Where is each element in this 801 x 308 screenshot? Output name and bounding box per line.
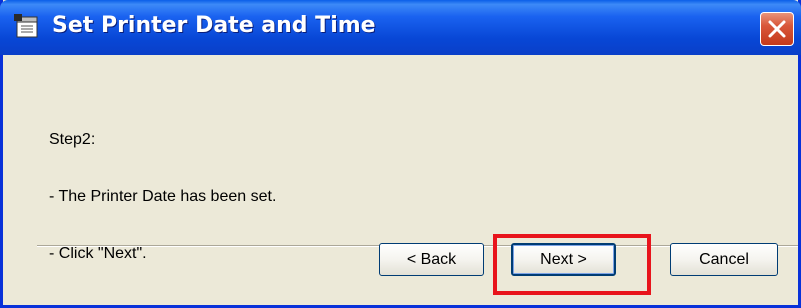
instructions: Step2: - The Printer Date has been set. … — [49, 92, 276, 301]
next-button-highlight — [493, 234, 651, 295]
instruction-line: Step2: — [49, 131, 96, 148]
back-button[interactable]: < Back — [379, 243, 484, 276]
printer-calendar-icon — [14, 14, 38, 38]
title-bar[interactable]: Set Printer Date and Time — [0, 0, 801, 55]
window-title: Set Printer Date and Time — [52, 13, 376, 38]
close-button[interactable] — [760, 12, 794, 46]
close-icon — [768, 20, 786, 38]
dialog-window: Set Printer Date and Time Step2: - The P… — [0, 0, 801, 308]
instruction-line: - The Printer Date has been set. — [49, 188, 277, 205]
cancel-button[interactable]: Cancel — [670, 243, 778, 276]
